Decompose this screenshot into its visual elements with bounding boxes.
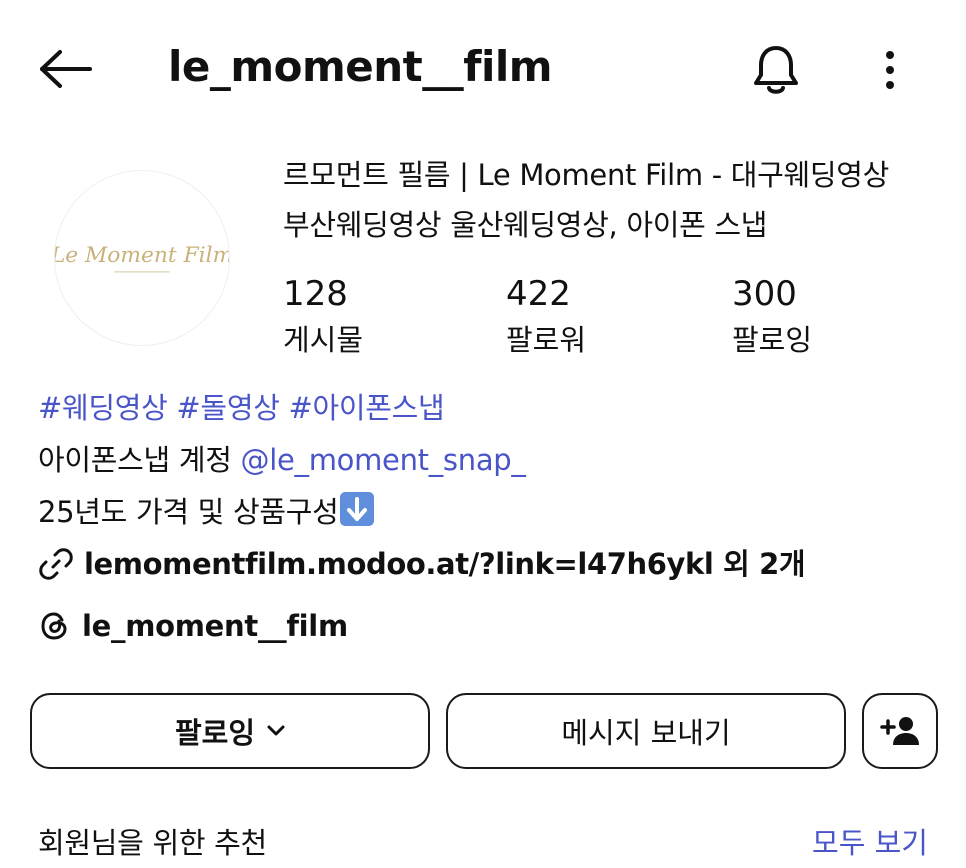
- threads-profile-link[interactable]: le_moment__film: [38, 600, 348, 652]
- bio-pricing-line: 25년도 가격 및 상품구성: [38, 486, 938, 538]
- following-button-label: 팔로잉: [174, 716, 256, 750]
- arrow-left-icon: [40, 50, 92, 88]
- following-label: 팔로잉: [732, 323, 813, 357]
- bell-icon: [754, 46, 798, 94]
- threads-icon: [41, 612, 67, 640]
- more-options-button[interactable]: [866, 40, 914, 100]
- following-count: 300: [732, 274, 797, 314]
- stat-posts[interactable]: 128 게시물: [283, 272, 483, 364]
- bio-account-line: 아이폰스냅 계정 @le_moment_snap_: [38, 434, 938, 486]
- brand-logo: Le Moment Film: [55, 243, 229, 273]
- stat-following[interactable]: 300 팔로잉: [732, 272, 932, 364]
- chevron-down-icon: [267, 725, 285, 737]
- message-button[interactable]: 메시지 보내기: [446, 693, 846, 769]
- back-button[interactable]: [36, 44, 96, 94]
- profile-name-line-1: 르모먼트 필름 | Le Moment Film - 대구웨딩영상: [283, 158, 890, 192]
- svg-text:Le Moment Film: Le Moment Film: [55, 243, 229, 268]
- more-vertical-icon: [886, 51, 894, 89]
- profile-name-line-2: 부산웨딩영상 울산웨딩영상, 아이폰 스냅: [283, 208, 768, 242]
- posts-label: 게시물: [283, 323, 364, 357]
- notification-button[interactable]: [746, 40, 806, 100]
- link-icon: [38, 546, 74, 582]
- add-user-icon: [880, 717, 919, 745]
- down-arrow-emoji-icon: [340, 492, 375, 526]
- message-button-label: 메시지 보내기: [561, 716, 731, 750]
- followers-label: 팔로워: [506, 323, 587, 357]
- bio-mention-link[interactable]: @le_moment_snap_: [241, 443, 526, 477]
- bio-link-text: lemomentfilm.modoo.at/?link=l47h6ykl 외 2…: [84, 547, 806, 581]
- bio-account-prefix: 아이폰스냅 계정: [38, 443, 241, 477]
- profile-display-name: 르모먼트 필름 | Le Moment Film - 대구웨딩영상 부산웨딩영상…: [283, 150, 943, 250]
- suggested-users-button[interactable]: [862, 693, 938, 769]
- bio-pricing-text: 25년도 가격 및 상품구성: [38, 495, 339, 529]
- posts-count: 128: [283, 274, 348, 314]
- top-bar: le_moment__film: [0, 0, 966, 134]
- suggestions-title: 회원님을 위한 추천: [38, 826, 267, 860]
- followers-count: 422: [506, 274, 571, 314]
- bio-hashtags[interactable]: #웨딩영상 #돌영상 #아이폰스냅: [38, 382, 938, 434]
- threads-handle: le_moment__film: [82, 609, 348, 643]
- username-title[interactable]: le_moment__film: [168, 38, 553, 96]
- bio-external-link[interactable]: lemomentfilm.modoo.at/?link=l47h6ykl 외 2…: [38, 538, 938, 590]
- profile-bio: #웨딩영상 #돌영상 #아이폰스냅 아이폰스냅 계정 @le_moment_sn…: [38, 382, 938, 590]
- following-button[interactable]: 팔로잉: [30, 693, 430, 769]
- profile-avatar[interactable]: Le Moment Film: [54, 170, 230, 346]
- see-all-link[interactable]: 모두 보기: [812, 818, 928, 868]
- stat-followers[interactable]: 422 팔로워: [506, 272, 706, 364]
